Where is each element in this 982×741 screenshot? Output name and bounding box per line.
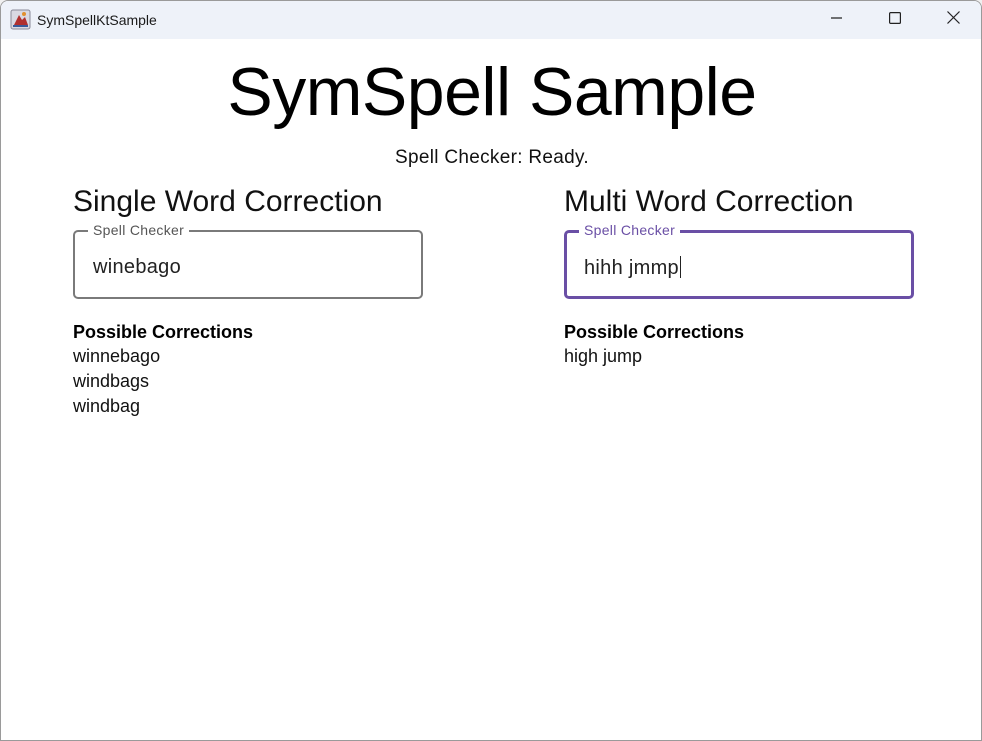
status-text: Spell Checker: Ready.: [395, 147, 589, 168]
multi-word-corrections-heading: Possible Corrections: [564, 322, 745, 342]
single-word-field-value: winebago: [93, 256, 182, 278]
java-app-icon: [10, 9, 31, 30]
title-bar[interactable]: SymSpellKtSample: [1, 1, 981, 39]
list-item: high jump: [564, 346, 643, 366]
list-item: winnebago: [73, 346, 161, 366]
content-area: SymSpell Sample Spell Checker: Ready. Si…: [1, 39, 981, 740]
single-word-corrections-list: winnebago windbags windbag: [73, 345, 160, 420]
minimize-button[interactable]: [808, 1, 866, 39]
close-button[interactable]: [924, 1, 981, 39]
single-word-field-label: Spell Checker: [88, 222, 190, 238]
list-item: windbags: [73, 371, 150, 391]
single-word-input[interactable]: Spell Checker winebago: [73, 222, 423, 299]
multi-word-input[interactable]: Spell Checker hihh jmmp: [564, 222, 914, 299]
maximize-button[interactable]: [866, 1, 924, 39]
multi-word-section-title: Multi Word Correction: [564, 185, 854, 218]
maximize-icon: [889, 11, 902, 29]
single-word-corrections-heading: Possible Corrections: [73, 322, 254, 342]
page-title: SymSpell Sample: [227, 54, 757, 130]
close-icon: [946, 11, 960, 29]
single-word-section-title: Single Word Correction: [73, 185, 383, 218]
minimize-icon: [831, 11, 843, 29]
multi-word-field-value: hihh jmmp: [584, 257, 679, 279]
text-caret: [679, 256, 681, 278]
multi-word-field-label: Spell Checker: [579, 222, 681, 238]
multi-word-corrections-list: high jump: [564, 345, 642, 370]
window-title: SymSpellKtSample: [37, 12, 157, 28]
multi-word-field-container: hihh jmmp: [584, 256, 681, 280]
app-window: SymSpellKtSample SymSpell Sample Spell C…: [0, 0, 982, 741]
list-item: windbag: [73, 396, 141, 416]
